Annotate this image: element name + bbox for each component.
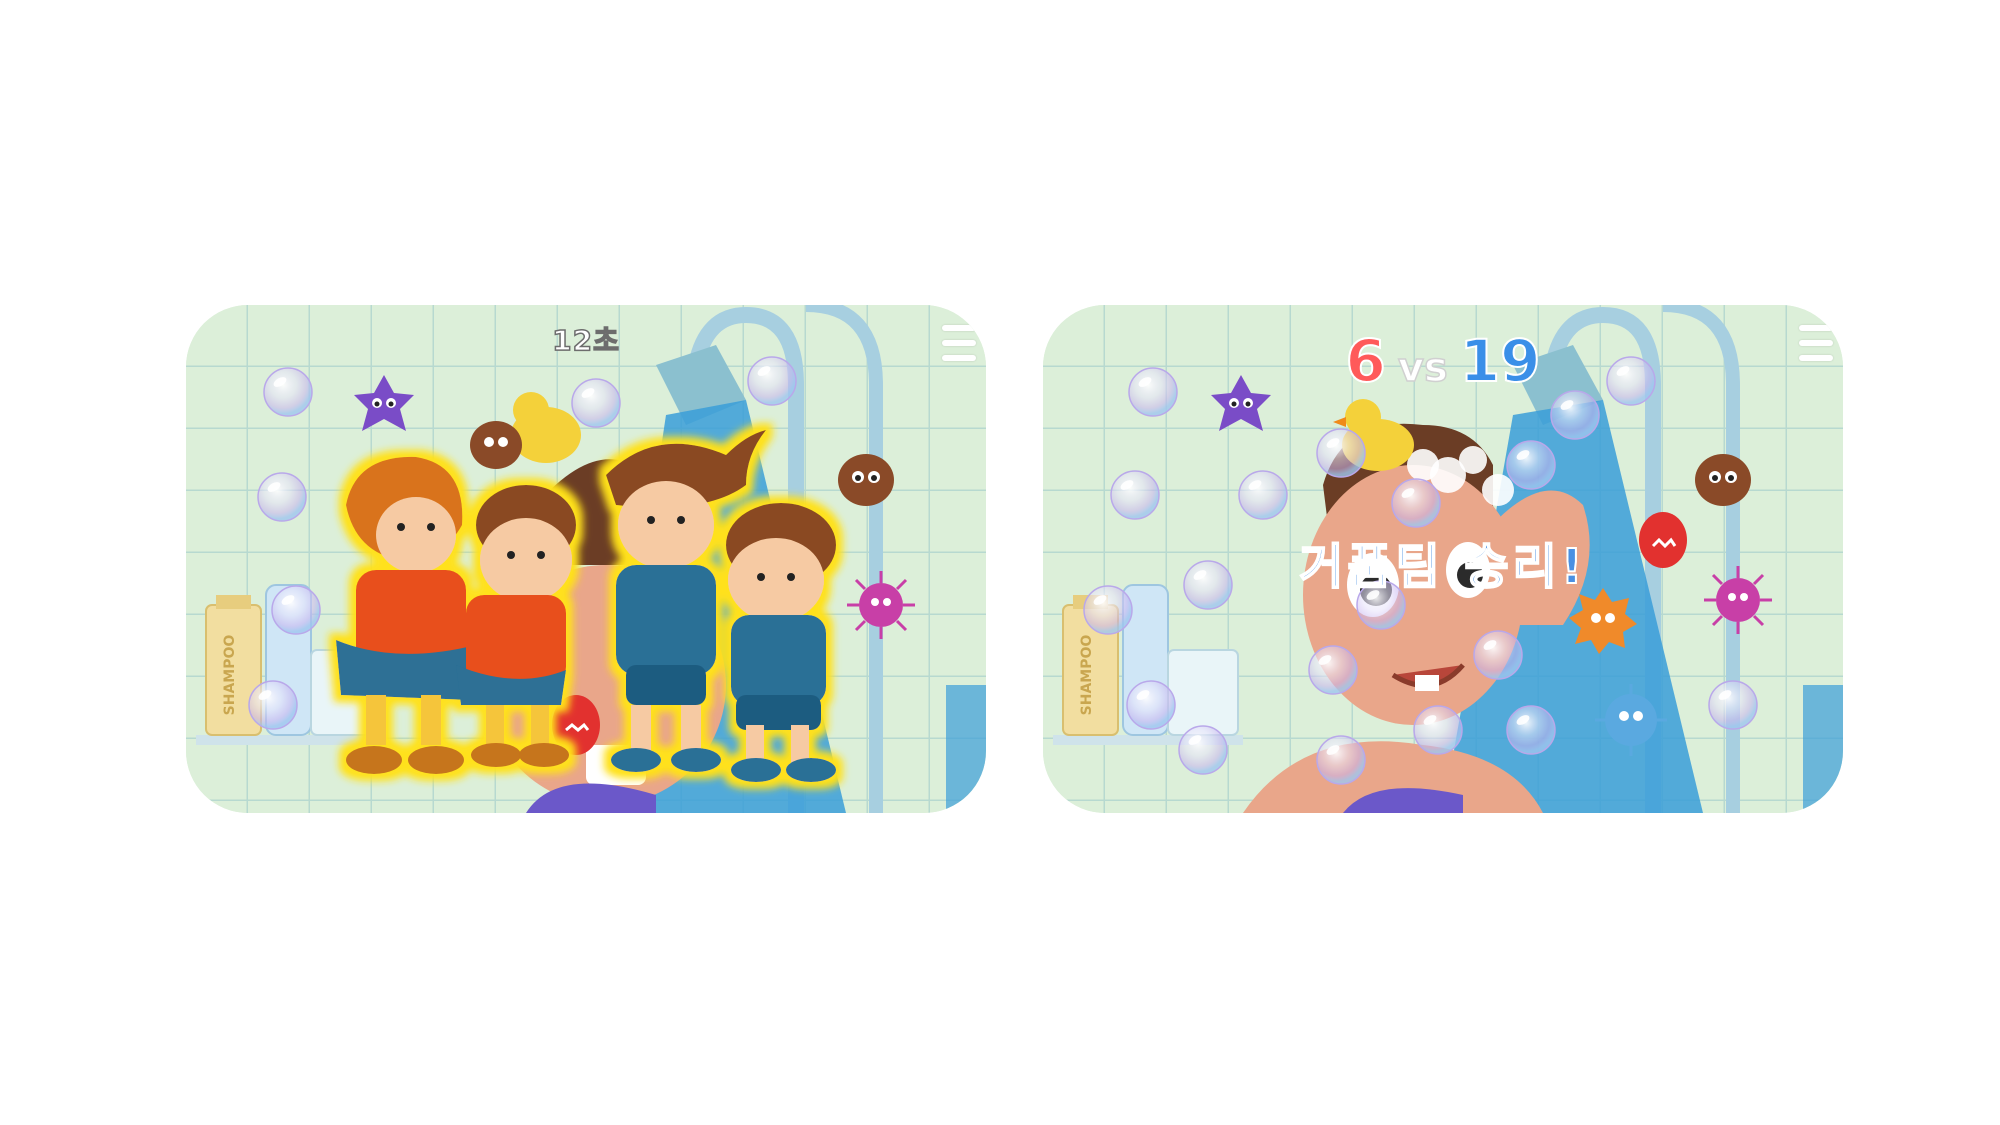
hamburger-menu-icon[interactable] [1799,321,1833,365]
bubble [1238,470,1288,520]
bathroom-scene: SHAMPOO [186,305,986,813]
soap-jar [1167,649,1239,736]
bubble [257,472,307,522]
bubble [263,367,313,417]
bubble [1708,680,1758,730]
bubble [1391,478,1441,528]
pink-virus [847,571,915,639]
bubble [1308,645,1358,695]
brown-germ-right [838,454,894,506]
bubble-team-score: 19 [1459,326,1542,396]
bubble [1506,440,1556,490]
bubble [747,356,797,406]
versus-label: vs [1397,344,1448,392]
bubble [1316,428,1366,478]
bubble [1473,630,1523,680]
result-message: 거품팀 승리! [1298,538,1587,596]
bubble [1126,680,1176,730]
towel-rail [1803,685,1843,813]
bubble [1110,470,1160,520]
brown-germ [1695,454,1751,506]
shampoo-label: SHAMPOO [1079,635,1095,716]
shelf [196,735,386,745]
countdown-timer: 12초 [551,323,620,358]
orange-team-score: 6 [1345,326,1387,396]
game-screen-countdown: SHAMPOO 12초 [186,305,986,813]
game-screen-result: SHAMPOO 6 vs 19 거품팀 승리! [1043,305,1843,813]
bubble [1316,735,1366,785]
towel-rail [946,685,986,813]
bubble [1506,705,1556,755]
bubble [1550,390,1600,440]
bubble [248,680,298,730]
bubble [271,585,321,635]
bubble [1413,705,1463,755]
shampoo-label: SHAMPOO [222,635,238,716]
brown-germ [470,421,522,469]
hamburger-menu-icon[interactable] [942,321,976,365]
bubble [1178,725,1228,775]
score-display: 6 vs 19 [1043,326,1843,396]
bubble [571,378,621,428]
